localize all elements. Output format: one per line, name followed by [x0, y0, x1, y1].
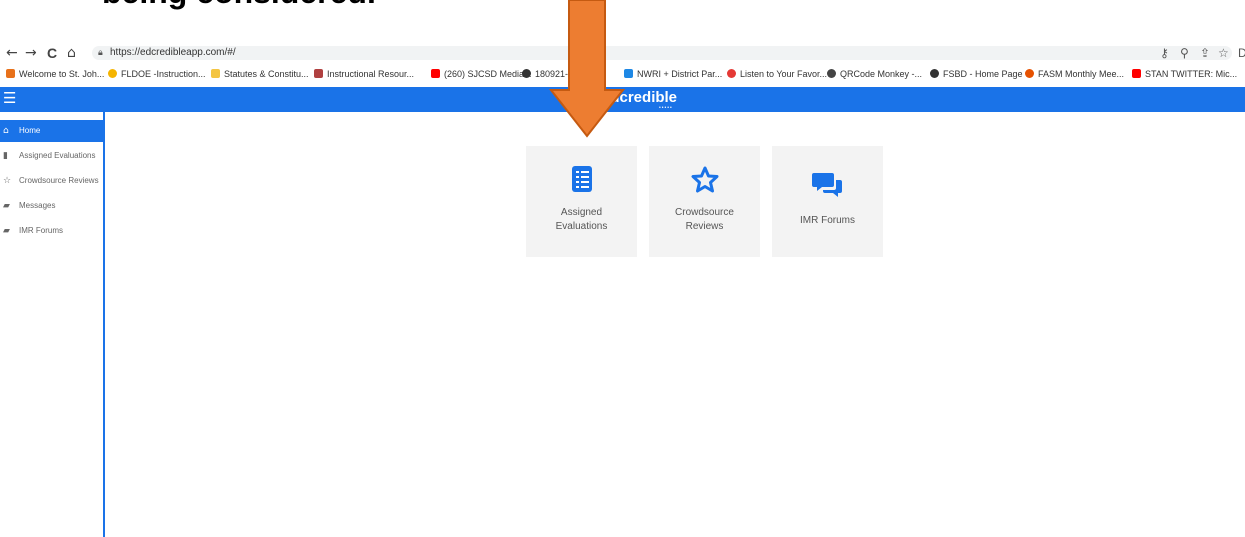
bookmark-item[interactable]: Welcome to St. Joh... [6, 67, 104, 81]
clipboard-icon: ▮ [3, 151, 8, 161]
drive-icon [624, 69, 633, 78]
sidebar-item-crowdsource-reviews[interactable]: ☆ Crowdsource Reviews [0, 170, 103, 192]
sidebar-item-label: Messages [19, 201, 56, 210]
sidebar-item-assigned-evaluations[interactable]: ▮ Assigned Evaluations [0, 145, 103, 167]
assigned-evaluations-card[interactable]: Assigned Evaluations [526, 146, 637, 257]
bookmark-item[interactable]: QRCode Monkey -... [827, 67, 922, 81]
bookmark-icon [108, 69, 117, 78]
sidebar-toggle-icon[interactable]: D [1238, 44, 1245, 62]
chat-bubbles-icon [772, 171, 883, 206]
heart-icon [727, 69, 736, 78]
card-label: Evaluations [555, 221, 608, 232]
sidebar-item-imr-forums[interactable]: ▰ IMR Forums [0, 220, 103, 242]
url-text: https://edcredibleapp.com/#/ [110, 47, 236, 58]
bookmark-icon [314, 69, 323, 78]
reload-button[interactable]: C [47, 44, 57, 62]
checklist-icon [526, 166, 637, 197]
home-icon: ⌂ [3, 126, 9, 136]
card-label: IMR Forums [800, 215, 855, 226]
star-icon: ☆ [3, 176, 12, 186]
sidebar-item-label: Home [19, 126, 41, 135]
logo-dots: ••••• [659, 105, 673, 111]
key-icon[interactable]: ⚷ [1160, 44, 1169, 62]
sidebar-item-label: Crowdsource Reviews [19, 176, 99, 185]
monkey-icon [827, 69, 836, 78]
bookmark-item[interactable]: Listen to Your Favor... [727, 67, 827, 81]
youtube-icon [1132, 69, 1141, 78]
slide-title: being considered. [102, 0, 376, 8]
globe-icon [930, 69, 939, 78]
sidebar: ⌂ Home ▮ Assigned Evaluations ☆ Crowdsou… [0, 112, 105, 537]
bookmark-item[interactable]: Statutes & Constitu... [211, 67, 309, 81]
youtube-icon [431, 69, 440, 78]
address-bar[interactable]: 🔒︎ https://edcredibleapp.com/#/ [92, 46, 1232, 60]
bookmark-item[interactable]: FSBD - Home Page [930, 67, 1023, 81]
bookmark-item[interactable]: STAN TWITTER: Mic... [1132, 67, 1237, 81]
star-icon[interactable]: ☆ [1218, 44, 1229, 62]
bookmark-item[interactable]: FLDOE -Instruction... [108, 67, 206, 81]
bookmark-icon [1025, 69, 1034, 78]
sidebar-item-home[interactable]: ⌂ Home [0, 120, 103, 142]
bookmark-item[interactable]: FASM Monthly Mee... [1025, 67, 1124, 81]
globe-icon [522, 69, 531, 78]
bookmark-icon [6, 69, 15, 78]
annotation-arrow [549, 0, 625, 138]
bookmark-item[interactable]: Instructional Resour... [314, 67, 414, 81]
chat-icon: ▰ [3, 201, 10, 211]
card-label: Crowdsource [675, 207, 734, 218]
menu-icon[interactable]: ☰ [3, 90, 16, 106]
zoom-icon[interactable]: ⚲ [1180, 44, 1189, 62]
crowdsource-reviews-card[interactable]: Crowdsource Reviews [649, 146, 760, 257]
back-button[interactable]: ← [6, 44, 18, 62]
bookmark-item[interactable]: NWRI + District Par... [624, 67, 722, 81]
forward-button[interactable]: → [25, 44, 37, 62]
star-outline-icon [649, 166, 760, 198]
card-label: Reviews [685, 221, 724, 232]
imr-forums-card[interactable]: IMR Forums [772, 146, 883, 257]
forum-icon: ▰ [3, 226, 10, 236]
bookmark-item[interactable]: (260) SJCSD Media... [431, 67, 532, 81]
home-button[interactable]: ⌂ [67, 44, 76, 62]
share-icon[interactable]: ⇪ [1200, 44, 1210, 62]
sidebar-item-label: IMR Forums [19, 226, 63, 235]
folder-icon [211, 69, 220, 78]
sidebar-item-label: Assigned Evaluations [19, 151, 96, 160]
card-label: Assigned [560, 207, 603, 218]
sidebar-item-messages[interactable]: ▰ Messages [0, 195, 103, 217]
lock-icon: 🔒︎ [98, 48, 103, 58]
